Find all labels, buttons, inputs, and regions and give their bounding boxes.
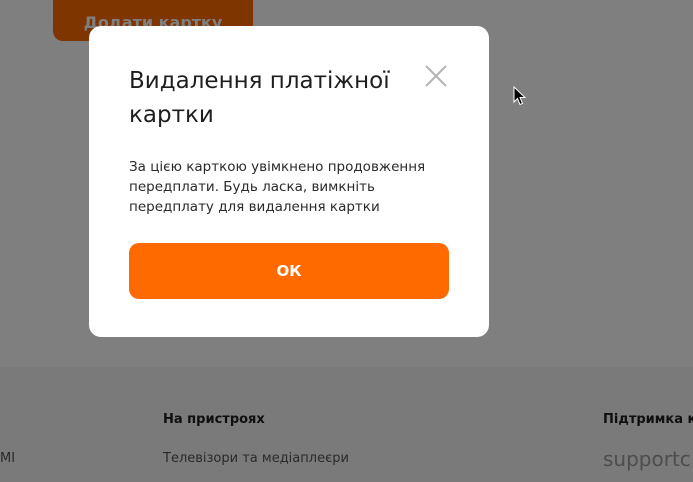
dialog-title: Видалення платіжної картки xyxy=(129,68,390,128)
delete-card-dialog: Видалення платіжної картки За цією картк… xyxy=(89,26,489,337)
close-icon[interactable] xyxy=(424,64,448,88)
ok-button[interactable]: ОК xyxy=(129,243,449,299)
mouse-cursor-icon xyxy=(513,85,527,106)
dialog-message: За цією карткою увімкнено продовження пе… xyxy=(129,159,426,215)
